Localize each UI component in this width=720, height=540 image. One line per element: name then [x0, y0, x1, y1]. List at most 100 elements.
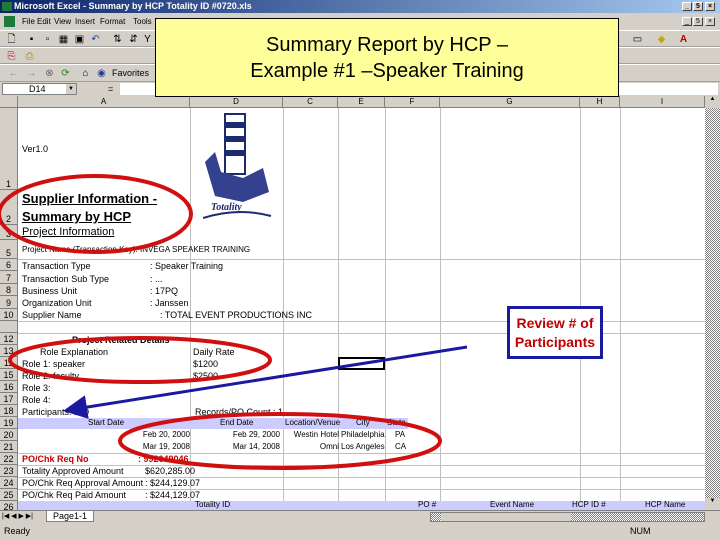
- favorites-menu[interactable]: Favorites: [112, 68, 149, 78]
- doc-restore-button[interactable]: 5: [693, 17, 703, 26]
- row-header[interactable]: 15: [0, 369, 18, 381]
- back-icon[interactable]: ←: [8, 68, 19, 79]
- sheet-tab-page1[interactable]: Page1-1: [46, 511, 95, 522]
- row-header[interactable]: 21: [0, 441, 18, 453]
- maximize-button[interactable]: 5: [693, 2, 703, 11]
- row-header[interactable]: 19: [0, 417, 18, 429]
- select-all-corner[interactable]: [0, 96, 18, 108]
- forward-icon[interactable]: →: [26, 68, 37, 79]
- search-web-icon[interactable]: ◉: [96, 68, 107, 79]
- tab-nav-icons[interactable]: |◀ ◀ ▶ ▶|: [2, 512, 33, 520]
- gridline: [385, 108, 386, 510]
- row-header[interactable]: 22: [0, 453, 18, 465]
- chevron-down-icon[interactable]: ▼: [66, 84, 76, 94]
- column-header-c[interactable]: C: [283, 96, 338, 108]
- row-header[interactable]: 23: [0, 465, 18, 477]
- horizontal-scrollbar[interactable]: [430, 512, 705, 522]
- menu-tools[interactable]: Tools: [133, 13, 152, 30]
- menu-edit[interactable]: Edit: [37, 13, 51, 30]
- row-header[interactable]: 20: [0, 429, 18, 441]
- filter-icon[interactable]: ⇵: [128, 34, 139, 45]
- slide-callout-title: Summary Report by HCP – Example #1 –Spea…: [155, 18, 619, 97]
- chart-icon[interactable]: Y: [142, 34, 153, 45]
- close-button[interactable]: ×: [705, 2, 715, 11]
- sort-icon[interactable]: ⇅: [112, 34, 123, 45]
- column-header-d[interactable]: D: [190, 96, 283, 108]
- column-header-h[interactable]: H: [580, 96, 620, 108]
- pdf-icon[interactable]: ⎘: [6, 51, 17, 62]
- borders-icon[interactable]: ▭: [632, 34, 643, 45]
- role-cell: Role 3:: [22, 383, 51, 393]
- req-paid-label: PO/Chk Req Paid Amount: [22, 490, 127, 500]
- active-cell-selection[interactable]: [338, 357, 385, 370]
- menu-insert[interactable]: Insert: [75, 13, 95, 30]
- new-icon[interactable]: 🗋: [6, 34, 17, 45]
- row-header[interactable]: 3: [0, 225, 18, 240]
- field-value: : Speaker Training: [150, 261, 224, 271]
- row-header[interactable]: 16: [0, 381, 18, 393]
- column-header-g[interactable]: G: [440, 96, 580, 108]
- event-start: Feb 20, 2000: [142, 430, 190, 439]
- row-header[interactable]: 5: [0, 240, 18, 259]
- minimize-button[interactable]: _: [682, 2, 692, 11]
- menu-format[interactable]: Format: [100, 13, 125, 30]
- table-icon[interactable]: ▦: [58, 34, 69, 45]
- column-header-i[interactable]: I: [620, 96, 705, 108]
- column-header-e[interactable]: E: [338, 96, 385, 108]
- rate-header: Daily Rate: [193, 347, 235, 357]
- vertical-scrollbar[interactable]: ▲ ▼: [705, 96, 720, 510]
- row-header[interactable]: 8: [0, 284, 18, 296]
- refresh-icon[interactable]: ⟳: [60, 68, 71, 79]
- column-header-a[interactable]: A: [18, 96, 190, 108]
- event-state: CA: [395, 442, 407, 451]
- gridline: [18, 259, 705, 260]
- callout-line1: Summary Report by HCP –: [266, 34, 508, 56]
- row-header[interactable]: [0, 321, 18, 333]
- row-header[interactable]: 7: [0, 271, 18, 284]
- row-header[interactable]: 13: [0, 345, 18, 357]
- menu-view[interactable]: View: [54, 13, 71, 30]
- row-header[interactable]: 12: [0, 333, 18, 345]
- home-icon[interactable]: ⌂: [80, 68, 91, 79]
- paste-icon[interactable]: ▣: [74, 34, 85, 45]
- row-header[interactable]: 26: [0, 501, 18, 510]
- row-header[interactable]: 18: [0, 405, 18, 417]
- review-participants-box: Review # of Participants: [507, 306, 603, 359]
- print-preview-icon[interactable]: ▫: [42, 34, 53, 45]
- undo-icon[interactable]: ↶: [90, 34, 101, 45]
- field-value: : 17PQ: [150, 286, 179, 296]
- row-header[interactable]: 24: [0, 477, 18, 489]
- row-header[interactable]: 2: [0, 190, 18, 225]
- field-value: : TOTAL EVENT PRODUCTIONS INC: [160, 310, 313, 320]
- window-title: Microsoft Excel - Summary by HCP Totalit…: [14, 1, 252, 11]
- name-box[interactable]: D14 ▼: [2, 83, 77, 95]
- save-icon[interactable]: ▪: [26, 34, 37, 45]
- participants-cell: Participants: 100: [22, 407, 90, 417]
- column-header-f[interactable]: F: [385, 96, 440, 108]
- row-header[interactable]: 25: [0, 489, 18, 501]
- bottom-header: Event Name: [490, 500, 535, 509]
- spreadsheet-grid[interactable]: A D C E F G H I 1 2 3 5 6 7 8 9 10 12 13…: [0, 96, 705, 510]
- doc-close-button[interactable]: ×: [705, 17, 715, 26]
- row-header[interactable]: 17: [0, 393, 18, 405]
- scroll-thumb[interactable]: [441, 513, 571, 521]
- po-label: PO/Chk Req No: [22, 454, 89, 464]
- stop-icon[interactable]: ⊗: [44, 68, 55, 79]
- row-header[interactable]: 10: [0, 309, 18, 321]
- event-header: Location/Venue: [285, 418, 341, 427]
- row-header[interactable]: 6: [0, 259, 18, 271]
- event-city: Los Angeles: [341, 442, 385, 451]
- menu-file[interactable]: File: [22, 13, 35, 30]
- fill-color-icon[interactable]: ◆: [656, 34, 667, 45]
- sheet-tab-bar: |◀ ◀ ▶ ▶| Page1-1: [0, 510, 720, 522]
- row-header[interactable]: 11: [0, 357, 18, 369]
- row-header[interactable]: 9: [0, 296, 18, 309]
- font-color-icon[interactable]: A: [678, 34, 689, 45]
- scroll-down-icon[interactable]: ▼: [705, 498, 720, 510]
- field-label: Transaction Sub Type: [22, 274, 110, 284]
- row-header[interactable]: 1: [0, 108, 18, 190]
- scroll-up-icon[interactable]: ▲: [705, 96, 720, 108]
- pdf-email-icon[interactable]: ⎙: [24, 51, 35, 62]
- sheet-title-line1: Supplier Information -: [22, 191, 158, 206]
- doc-minimize-button[interactable]: _: [682, 17, 692, 26]
